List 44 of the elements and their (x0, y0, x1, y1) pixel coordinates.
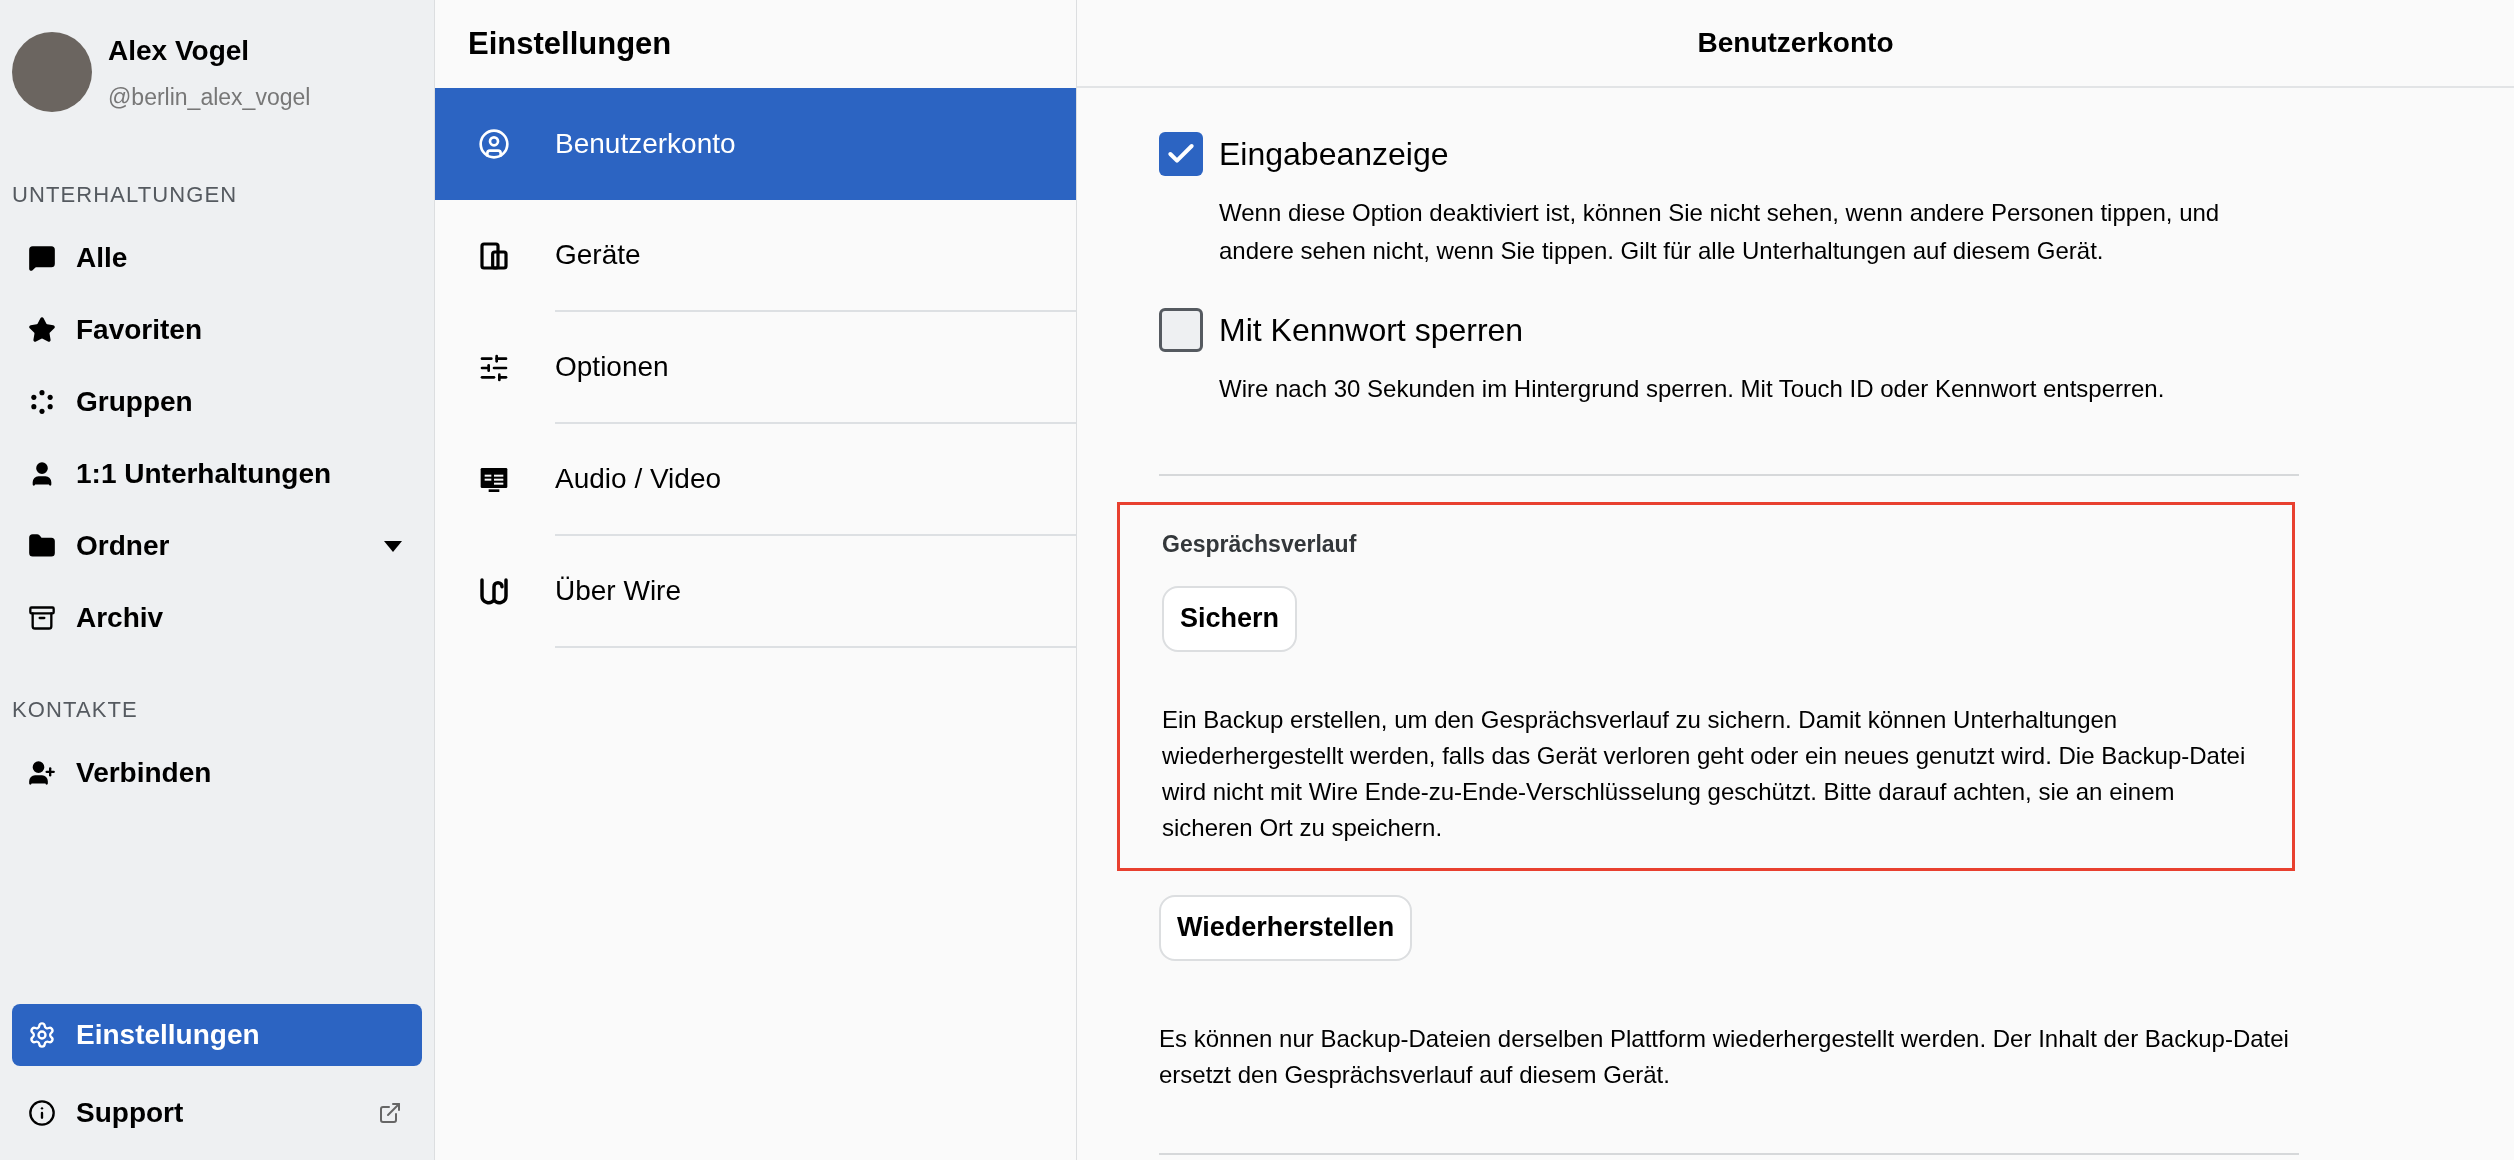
restore-description: Es können nur Backup-Dateien derselben Plattform wiederhergestellt werden. Der Inhalt der Backup-Datei ersetzt den Gesprächsverlauf auf diesem Gerät. (1159, 1023, 2289, 1090)
profile-name: Alex Vogel (108, 33, 251, 68)
detail-title: Benutzerkonto (1077, 0, 2514, 88)
sidebar-item[interactable]: Archiv (12, 587, 422, 649)
option-label: Eingabeanzeige (1219, 135, 1449, 174)
sidebar-item[interactable]: Einstellungen (12, 1004, 422, 1066)
caret-icon[interactable] (384, 540, 402, 552)
sidebar-item[interactable]: 1:1 Unterhaltungen (12, 443, 422, 505)
option-description: Wenn diese Option deaktiviert ist, können Sie nicht sehen, wenn andere Personen tippen, und andere sehen nicht, wenn Sie tippen. Gilt für alle Unterhaltungen auf diesem Gerät. (1219, 198, 2221, 266)
archive-box-icon (28, 604, 56, 632)
settings-menu-item[interactable]: Geräte (435, 200, 1076, 312)
account-circle-icon (478, 128, 510, 160)
checkbox[interactable] (1159, 132, 1203, 176)
external-link-icon[interactable] (378, 1101, 402, 1125)
settings-menu-item[interactable]: Optionen (435, 312, 1076, 424)
star-icon (28, 316, 56, 344)
add-person-icon (28, 759, 56, 787)
backup-description: Ein Backup erstellen, um den Gesprächsverlauf zu sichern. Damit können Unterhaltungen wiederhergestellt werden, falls das Gerät verloren geht oder ein neues genutzt wird. Die Backup-Datei wird nicht mit Wire Ende-zu-Ende-Verschlüsselung geschützt. Bitte darauf achten, sie an einem sicheren Ort zu speichern. (1162, 704, 2247, 843)
info-icon (28, 1099, 56, 1127)
panel-title: Einstellungen (467, 24, 673, 63)
backup-button[interactable]: Sichern (1162, 585, 1298, 652)
section-heading: Gesprächsverlauf (1162, 530, 1358, 559)
chat-bubble-icon (28, 244, 56, 272)
settings-menu-item[interactable]: Audio / Video (435, 424, 1076, 536)
section-heading: KONTAKTE (11, 696, 139, 724)
option-label: Mit Kennwort sperren (1219, 311, 1524, 350)
sliders-icon (478, 352, 510, 384)
settings-menu-item[interactable]: Über Wire (435, 536, 1076, 648)
sidebar-item[interactable]: Alle (12, 227, 422, 289)
sidebar-item[interactable]: Gruppen (12, 371, 422, 433)
sidebar-item[interactable]: Verbinden (12, 742, 422, 804)
dots-circle-icon (28, 388, 56, 416)
section-heading: UNTERHALTUNGEN (11, 181, 239, 209)
sidebar-item[interactable]: Favoriten (12, 299, 422, 361)
option-description: Wire nach 30 Sekunden im Hintergrund sperren. Mit Touch ID oder Kennwort entsperren. (1219, 374, 2166, 404)
settings-menu-item[interactable]: Benutzerkonto (435, 88, 1076, 200)
devices-icon (478, 240, 510, 272)
settings-icon (28, 1021, 56, 1049)
checkbox[interactable] (1159, 308, 1203, 352)
sidebar-item[interactable]: Support (12, 1082, 422, 1144)
profile-handle: @berlin_alex_vogel (108, 82, 311, 112)
sidebar-item[interactable]: Ordner (12, 515, 422, 577)
folder-icon (28, 532, 56, 560)
restore-button[interactable]: Wiederherstellen (1159, 894, 1413, 961)
